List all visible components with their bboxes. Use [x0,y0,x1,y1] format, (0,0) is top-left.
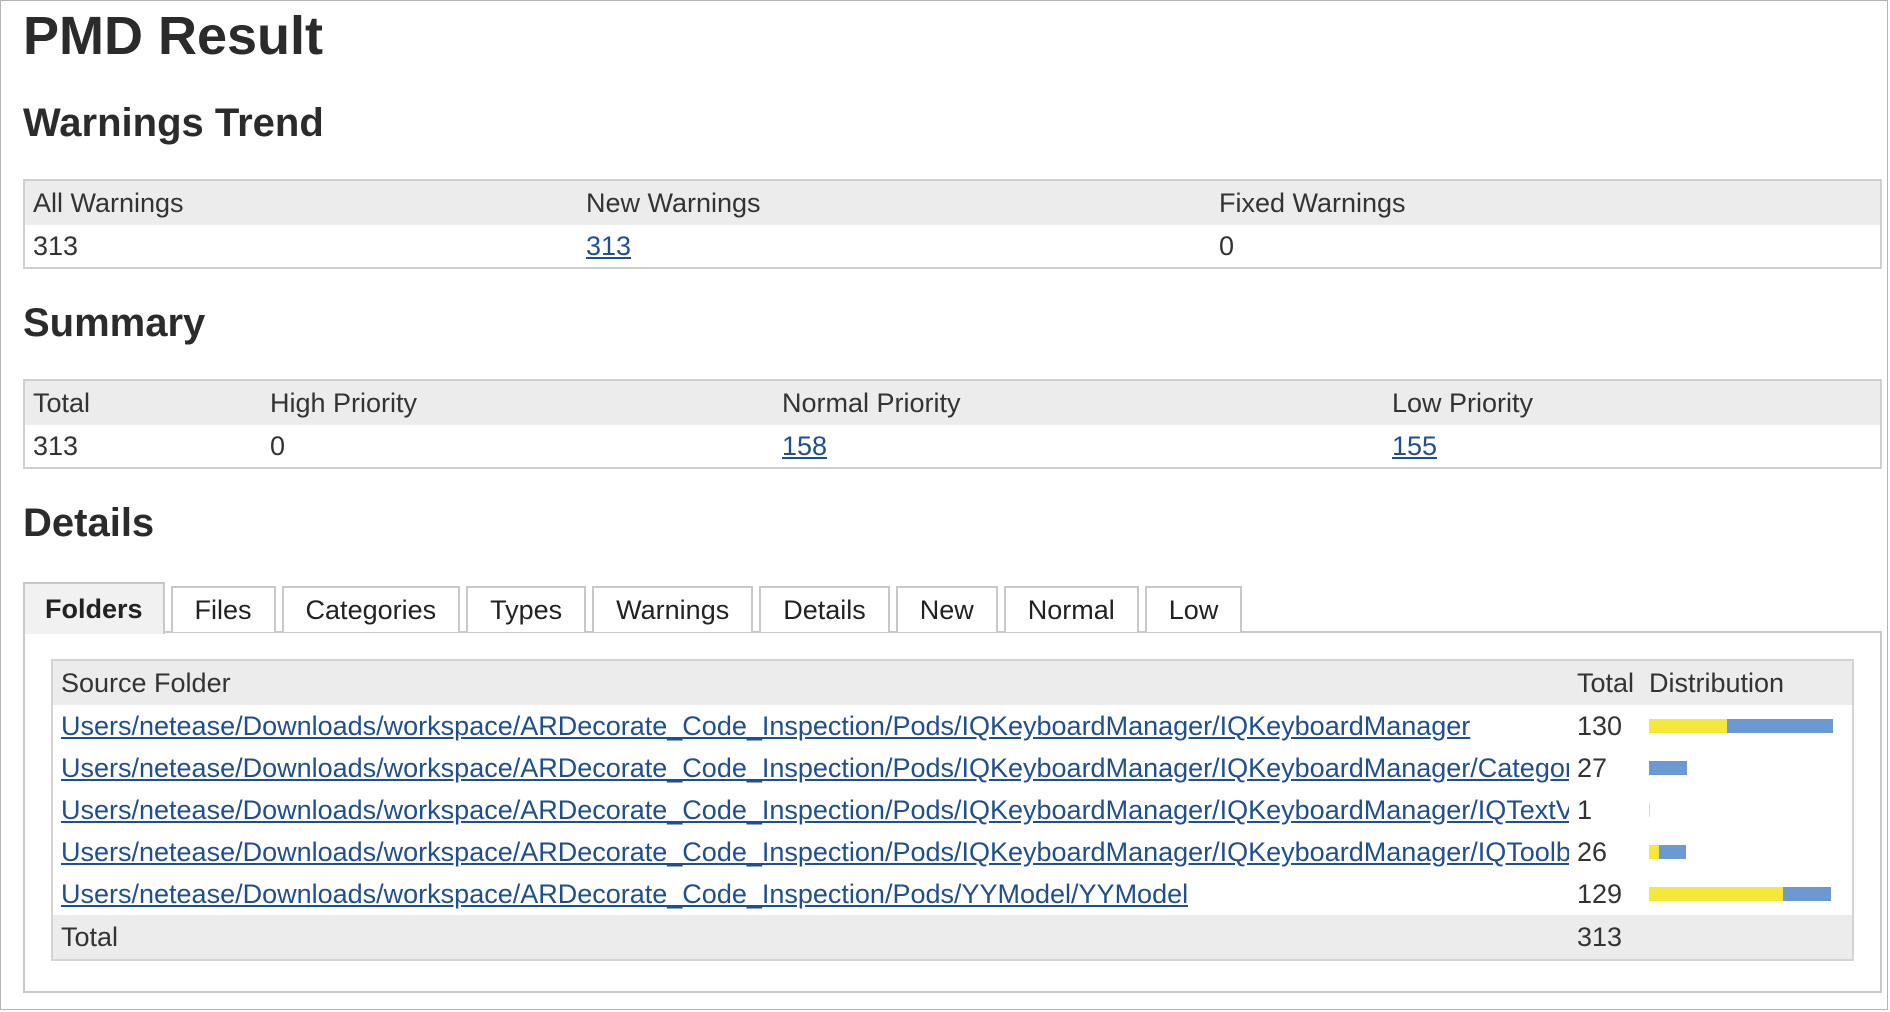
summary-header-row: Total High Priority Normal Priority Low … [24,380,1881,425]
col-new-warnings: New Warnings [586,187,761,218]
normal-segment [1649,845,1659,859]
summary-heading: Summary [23,301,206,345]
col-fixed-warnings: Fixed Warnings [1219,187,1406,218]
total-count: 313 [1569,915,1641,960]
warnings-trend-heading: Warnings Trend [23,101,324,145]
table-row: Users/netease/Downloads/workspace/ARDeco… [52,831,1853,873]
low-segment [1649,761,1687,775]
col-distribution: Distribution [1641,660,1853,705]
summary-table: Total High Priority Normal Priority Low … [23,379,1882,469]
col-high-priority: High Priority [270,387,418,418]
low-priority-link[interactable]: 155 [1392,431,1437,461]
details-heading: Details [23,501,155,545]
tab-categories[interactable]: Categories [281,586,461,632]
new-warnings-link[interactable]: 313 [586,231,631,261]
normal-segment [1649,803,1650,817]
low-segment [1783,887,1831,901]
col-low-priority: Low Priority [1392,387,1534,418]
total-value: 313 [33,430,79,461]
col-total: Total [33,387,91,418]
folder-link[interactable]: Users/netease/Downloads/workspace/ARDeco… [61,753,1569,783]
folder-total: 27 [1577,752,1608,783]
low-segment [1659,845,1686,859]
fixed-warnings-value: 0 [1219,230,1235,261]
summary-value-row: 313 0 158 155 [24,425,1881,468]
folder-total: 129 [1577,878,1623,909]
tab-normal[interactable]: Normal [1003,586,1139,632]
tab-types[interactable]: Types [466,586,587,632]
table-row: Users/netease/Downloads/workspace/ARDeco… [52,705,1853,747]
normal-priority-link[interactable]: 158 [782,431,827,461]
distribution-bar [1649,803,1844,817]
folders-tab-panel: Source Folder Total Distribution Users/n… [23,631,1882,993]
distribution-bar [1649,887,1844,901]
total-label: Total [52,915,1569,960]
distribution-bar [1649,845,1844,859]
col-folder-total: Total [1569,660,1641,705]
folder-total: 26 [1577,836,1608,867]
tab-files[interactable]: Files [170,586,276,632]
pmd-result-page: PMD Result Warnings Trend All Warnings N… [0,0,1888,1010]
distribution-bar [1649,719,1844,733]
trend-header-row: All Warnings New Warnings Fixed Warnings [24,180,1881,225]
table-row: Users/netease/Downloads/workspace/ARDeco… [52,873,1853,915]
folder-link[interactable]: Users/netease/Downloads/workspace/ARDeco… [61,711,1470,741]
trend-value-row: 313 313 0 [24,225,1881,268]
tab-details[interactable]: Details [759,586,890,632]
folder-total: 130 [1577,710,1623,741]
table-row: Users/netease/Downloads/workspace/ARDeco… [52,747,1853,789]
low-segment [1727,719,1833,733]
normal-segment [1649,719,1727,733]
col-all-warnings: All Warnings [33,187,184,218]
folders-table: Source Folder Total Distribution Users/n… [51,659,1854,961]
folder-link[interactable]: Users/netease/Downloads/workspace/ARDeco… [61,795,1569,825]
tab-folders[interactable]: Folders [23,582,165,634]
details-tab-bar: Folders Files Categories Types Warnings … [23,582,1248,634]
warnings-trend-table: All Warnings New Warnings Fixed Warnings… [23,179,1882,269]
tab-new[interactable]: New [895,586,998,632]
folder-link[interactable]: Users/netease/Downloads/workspace/ARDeco… [61,879,1188,909]
tab-low[interactable]: Low [1144,586,1243,632]
col-source-folder: Source Folder [52,660,1569,705]
table-row: Users/netease/Downloads/workspace/ARDeco… [52,789,1853,831]
folders-total-row: Total 313 [52,915,1853,960]
all-warnings-value: 313 [33,230,79,261]
tab-warnings[interactable]: Warnings [592,586,754,632]
folder-link[interactable]: Users/netease/Downloads/workspace/ARDeco… [61,837,1569,867]
page-title: PMD Result [23,6,324,66]
distribution-bar [1649,761,1844,775]
col-normal-priority: Normal Priority [782,387,961,418]
high-priority-value: 0 [270,430,286,461]
folders-header-row: Source Folder Total Distribution [52,660,1853,705]
normal-segment [1649,887,1783,901]
folder-total: 1 [1577,794,1593,825]
